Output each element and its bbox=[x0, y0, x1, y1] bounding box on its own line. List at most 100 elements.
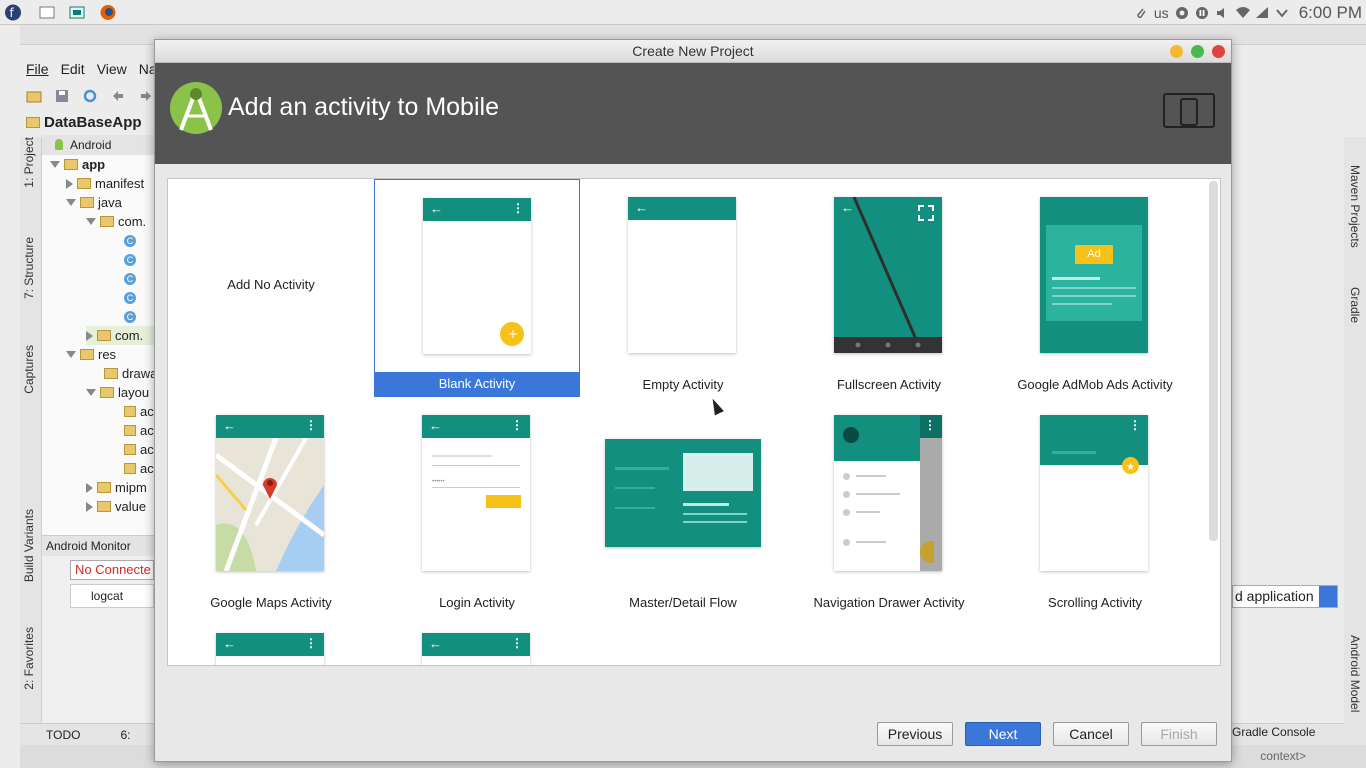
tree-label: layou bbox=[118, 385, 150, 400]
chevron-down-icon[interactable] bbox=[1275, 6, 1289, 20]
expand-arrow-icon[interactable] bbox=[66, 351, 76, 358]
tree-item-class[interactable]: C bbox=[124, 307, 136, 326]
tree-item-res[interactable]: res bbox=[66, 345, 116, 364]
device-selector[interactable]: No Connecte bbox=[70, 560, 154, 580]
expand-arrow-icon[interactable] bbox=[86, 389, 96, 396]
finish-button[interactable]: Finish bbox=[1141, 722, 1217, 746]
tree-item-manifests[interactable]: manifest bbox=[66, 174, 144, 193]
structure-tool-tab[interactable]: 7: Structure bbox=[22, 237, 36, 299]
todo-tool-tab[interactable]: TODO bbox=[46, 728, 80, 742]
minimize-icon[interactable] bbox=[1170, 45, 1183, 58]
open-folder-icon[interactable] bbox=[26, 88, 42, 104]
template-login-activity[interactable]: ← ⋮ •••••• Login Activity bbox=[374, 397, 580, 615]
cancel-button[interactable]: Cancel bbox=[1053, 722, 1129, 746]
save-icon[interactable] bbox=[54, 88, 70, 104]
gradle-console-tab[interactable]: Gradle Console bbox=[1232, 725, 1315, 739]
tree-item-class[interactable]: C bbox=[124, 288, 136, 307]
tree-item-values[interactable]: value bbox=[86, 497, 146, 516]
collapse-arrow-icon[interactable] bbox=[86, 330, 93, 341]
wifi-icon[interactable] bbox=[1235, 6, 1250, 20]
build-variants-tool-tab[interactable]: Build Variants bbox=[22, 509, 36, 582]
ide-toolbar bbox=[20, 82, 154, 110]
captures-tool-tab[interactable]: Captures bbox=[22, 345, 36, 394]
expand-arrow-icon[interactable] bbox=[86, 218, 96, 225]
chevron-down-icon[interactable] bbox=[1319, 586, 1337, 607]
maximize-icon[interactable] bbox=[1191, 45, 1204, 58]
show-desktop-icon[interactable] bbox=[38, 4, 56, 21]
pause-icon[interactable] bbox=[1195, 6, 1209, 20]
tree-label: manifest bbox=[95, 176, 145, 191]
menu-view[interactable]: View bbox=[97, 61, 127, 77]
template-label: Login Activity bbox=[439, 595, 515, 610]
gradle-tab[interactable]: Gradle bbox=[1348, 287, 1362, 323]
tree-item-layout-file[interactable]: ac bbox=[124, 440, 154, 459]
firefox-icon[interactable] bbox=[99, 4, 117, 21]
menu-file[interactable]: File bbox=[26, 61, 49, 77]
template-admob-activity[interactable]: Ad Google AdMob Ads Activity bbox=[992, 179, 1198, 397]
maven-projects-tab[interactable]: Maven Projects bbox=[1348, 165, 1362, 248]
undo-icon[interactable] bbox=[110, 88, 126, 104]
tree-item-layout-file[interactable]: ac bbox=[124, 402, 154, 421]
tree-item-package[interactable]: com. bbox=[86, 326, 156, 345]
template-blank-activity[interactable]: ← ⋮ + Blank Activity bbox=[374, 179, 580, 397]
favorites-tool-tab[interactable]: 2: Favorites bbox=[22, 627, 36, 690]
tree-item-package[interactable]: com. bbox=[86, 212, 146, 231]
tree-label: com. bbox=[115, 328, 144, 343]
collapse-arrow-icon[interactable] bbox=[86, 482, 93, 493]
window-switcher-icon[interactable] bbox=[68, 4, 86, 21]
tree-item-layout-file[interactable]: ac bbox=[124, 421, 154, 440]
menu-edit[interactable]: Edit bbox=[61, 61, 85, 77]
run-tool-tab[interactable]: 6: bbox=[120, 728, 130, 742]
tree-item-mipmap[interactable]: mipm bbox=[86, 478, 147, 497]
expand-arrow-icon[interactable] bbox=[66, 199, 76, 206]
project-folder-icon bbox=[26, 116, 40, 128]
tree-item-class[interactable]: C bbox=[124, 250, 136, 269]
expand-arrow-icon[interactable] bbox=[50, 161, 60, 168]
clock[interactable]: 6:00 PM bbox=[1299, 3, 1362, 23]
overflow-menu-icon: ⋮ bbox=[305, 418, 317, 432]
run-configuration-select[interactable]: d application bbox=[1232, 585, 1338, 608]
template-partial[interactable]: ← ⋮ bbox=[374, 615, 580, 665]
template-master-detail-flow[interactable]: Master/Detail Flow bbox=[580, 397, 786, 615]
logcat-tab[interactable]: logcat bbox=[70, 584, 154, 608]
previous-button[interactable]: Previous bbox=[877, 722, 953, 746]
page-title: Add an activity to Mobile bbox=[228, 93, 499, 121]
template-empty-activity[interactable]: ← Empty Activity bbox=[580, 179, 786, 397]
fedora-logo-icon[interactable]: f bbox=[4, 4, 22, 21]
redo-icon[interactable] bbox=[138, 88, 154, 104]
tree-item-drawable[interactable]: drawa bbox=[104, 364, 157, 383]
template-partial[interactable]: ← ⋮ bbox=[168, 615, 374, 665]
tree-item-class[interactable]: C bbox=[124, 269, 136, 288]
project-view-selector[interactable]: Android bbox=[42, 135, 154, 155]
record-icon[interactable] bbox=[1175, 6, 1189, 20]
svg-text:★: ★ bbox=[1126, 462, 1135, 473]
close-icon[interactable] bbox=[1212, 45, 1225, 58]
collapse-arrow-icon[interactable] bbox=[66, 178, 73, 189]
paperclip-icon[interactable] bbox=[1134, 6, 1148, 20]
arrow-left-icon: ← bbox=[841, 200, 854, 215]
tree-item-app[interactable]: app bbox=[50, 155, 105, 174]
android-model-tab[interactable]: Android Model bbox=[1348, 635, 1362, 712]
template-fullscreen-activity[interactable]: ← Fullscreen Activity bbox=[786, 179, 992, 397]
template-scrolling-activity[interactable]: ⋮ ★ Scrolling Activity bbox=[992, 397, 1198, 615]
collapse-arrow-icon[interactable] bbox=[86, 501, 93, 512]
keyboard-layout[interactable]: us bbox=[1154, 5, 1169, 21]
battery-icon[interactable] bbox=[1255, 6, 1269, 20]
tree-item-class[interactable]: C bbox=[124, 231, 136, 250]
project-tool-tab[interactable]: 1: Project bbox=[22, 137, 36, 188]
tree-label: ac bbox=[140, 423, 154, 438]
next-button[interactable]: Next bbox=[965, 722, 1041, 746]
project-name[interactable]: DataBaseApp bbox=[44, 114, 142, 131]
tree-item-layout[interactable]: layou bbox=[86, 383, 149, 402]
template-navigation-drawer-activity[interactable]: ⋮ Navigation Drawer Activity bbox=[786, 397, 992, 615]
gallery-scrollbar[interactable] bbox=[1209, 181, 1218, 541]
volume-icon[interactable] bbox=[1215, 6, 1229, 20]
tree-item-layout-file[interactable]: ac bbox=[124, 459, 154, 478]
template-google-maps-activity[interactable]: ← ⋮ Google Maps Activity bbox=[168, 397, 374, 615]
template-add-no-activity[interactable]: Add No Activity bbox=[168, 179, 374, 397]
sync-icon[interactable] bbox=[82, 88, 98, 104]
tree-item-java[interactable]: java bbox=[66, 193, 122, 212]
system-top-bar: f us 6:00 PM bbox=[0, 0, 1366, 25]
class-icon: C bbox=[124, 253, 136, 266]
folder-icon bbox=[77, 178, 91, 189]
